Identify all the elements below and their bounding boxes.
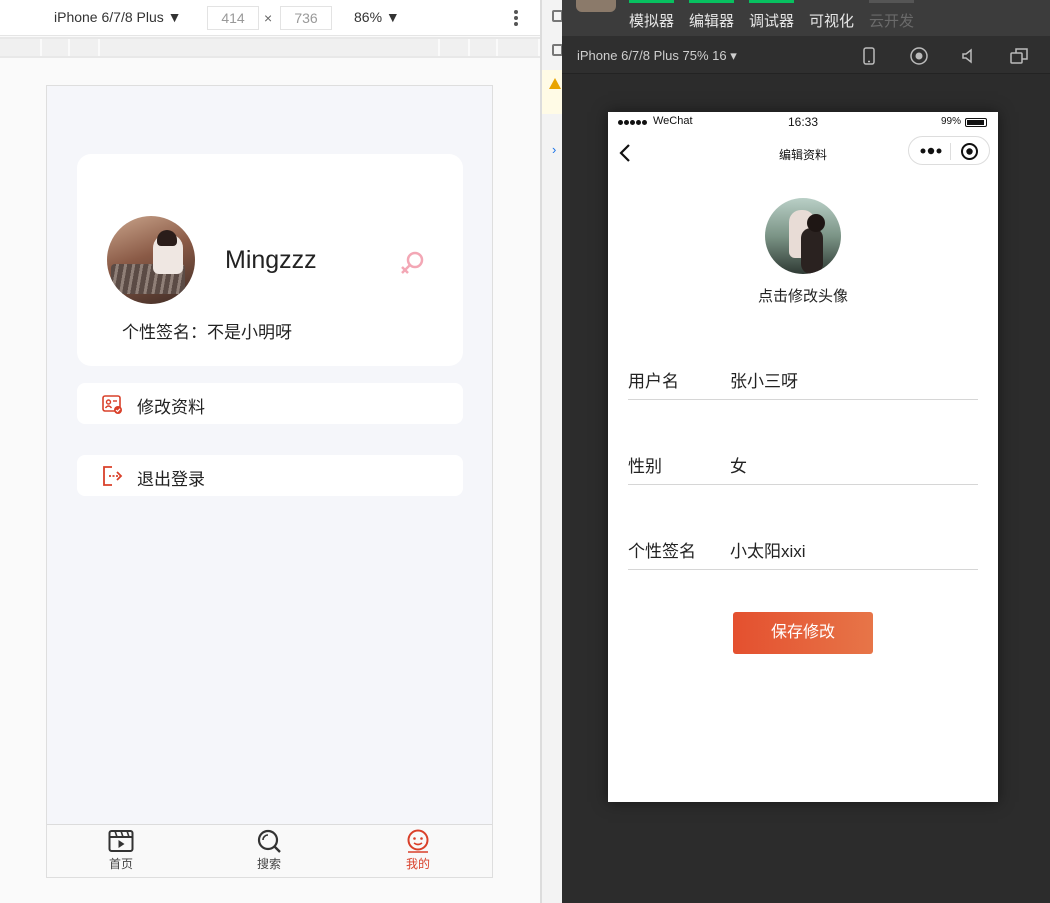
gender-field[interactable]: 性别 女 bbox=[628, 444, 978, 485]
gender-label: 性别 bbox=[628, 457, 662, 476]
change-avatar-link[interactable]: 点击修改头像 bbox=[608, 285, 998, 306]
logout-menu-item[interactable]: 退出登录 bbox=[77, 455, 463, 496]
tab-mine[interactable]: 我的 bbox=[388, 829, 448, 872]
media-query-ruler bbox=[0, 37, 540, 58]
tab-home[interactable]: 首页 bbox=[91, 829, 151, 872]
expand-chevron-icon[interactable]: › bbox=[552, 142, 556, 157]
wechat-devtools: 模拟器 编辑器 调试器 可视化 云开发 iPhone 6/7/8 Plus 75… bbox=[562, 0, 1050, 903]
close-miniprogram-icon[interactable] bbox=[960, 142, 979, 161]
device-toolbar: iPhone 6/7/8 Plus ▼ 414 × 736 86% ▼ bbox=[0, 0, 540, 36]
more-options-icon[interactable] bbox=[512, 9, 520, 27]
menu-capsule bbox=[908, 136, 990, 165]
battery-icon bbox=[965, 118, 987, 127]
signature-field[interactable]: 个性签名 小太阳xixi bbox=[628, 529, 978, 570]
devtools-side-strip: › bbox=[542, 0, 563, 903]
volume-icon[interactable] bbox=[959, 46, 979, 66]
simulator-screen: WeChat 16:33 99% 编辑资料 点击修改头像 用户名 张小三呀 性别… bbox=[608, 112, 998, 802]
tab-cloud-dev[interactable]: 云开发 bbox=[869, 0, 915, 31]
phone-icon[interactable] bbox=[859, 46, 879, 66]
gender-input[interactable]: 女 bbox=[730, 452, 747, 477]
tab-debugger[interactable]: 调试器 bbox=[749, 0, 795, 31]
signal-icon bbox=[618, 116, 648, 128]
dimension-separator: × bbox=[264, 10, 273, 26]
status-time: 16:33 bbox=[788, 115, 819, 129]
tab-bar: 首页 搜索 我的 bbox=[47, 824, 492, 877]
warning-row bbox=[542, 70, 562, 114]
device-selector[interactable]: iPhone 6/7/8 Plus ▼ bbox=[54, 9, 182, 25]
detach-window-icon[interactable] bbox=[1009, 46, 1029, 66]
signature-text: 个性签名：不是小明呀 bbox=[122, 323, 292, 342]
save-button[interactable]: 保存修改 bbox=[733, 612, 873, 654]
tab-search-label: 搜索 bbox=[256, 857, 281, 871]
tab-editor[interactable]: 编辑器 bbox=[689, 0, 735, 31]
username: Mingzzz bbox=[225, 246, 317, 274]
battery-percent: 99% bbox=[941, 116, 962, 127]
profile-avatar[interactable] bbox=[765, 198, 841, 274]
phone-viewport: Mingzzz 个性签名：不是小明呀 修改资料 退出登录 首页 搜索 我的 bbox=[46, 85, 493, 878]
device-height-input[interactable]: 736 bbox=[280, 6, 332, 30]
more-dots-icon[interactable] bbox=[919, 145, 943, 157]
signature-input[interactable]: 小太阳xixi bbox=[730, 537, 806, 562]
avatar[interactable] bbox=[107, 216, 195, 304]
username-input[interactable]: 张小三呀 bbox=[730, 367, 798, 392]
search-icon bbox=[257, 829, 281, 853]
zoom-selector[interactable]: 86% ▼ bbox=[354, 9, 400, 25]
smiley-user-icon bbox=[407, 829, 429, 853]
female-gender-icon bbox=[401, 251, 424, 274]
edit-profile-label: 修改资料 bbox=[137, 398, 205, 417]
tab-home-label: 首页 bbox=[108, 857, 133, 871]
status-bar: WeChat 16:33 99% bbox=[608, 112, 998, 132]
edit-profile-icon bbox=[102, 395, 122, 414]
tab-simulator[interactable]: 模拟器 bbox=[629, 0, 675, 31]
logout-icon bbox=[103, 466, 123, 486]
edit-profile-menu-item[interactable]: 修改资料 bbox=[77, 383, 463, 424]
home-video-icon bbox=[108, 830, 134, 852]
warning-icon bbox=[549, 78, 561, 89]
username-field[interactable]: 用户名 张小三呀 bbox=[628, 359, 978, 400]
wechat-devtools-toolbar: 模拟器 编辑器 调试器 可视化 云开发 bbox=[562, 0, 1050, 36]
carrier-name: WeChat bbox=[653, 115, 693, 127]
navigation-bar: 编辑资料 bbox=[608, 132, 998, 174]
device-width-input[interactable]: 414 bbox=[207, 6, 259, 30]
profile-card: Mingzzz 个性签名：不是小明呀 bbox=[77, 154, 463, 366]
tab-search[interactable]: 搜索 bbox=[239, 829, 299, 872]
browser-device-preview: iPhone 6/7/8 Plus ▼ 414 × 736 86% ▼ Ming… bbox=[0, 0, 540, 903]
record-icon[interactable] bbox=[909, 46, 929, 66]
signature-label: 个性签名 bbox=[628, 542, 696, 561]
tab-mine-label: 我的 bbox=[405, 857, 430, 871]
username-label: 用户名 bbox=[628, 372, 679, 391]
logout-label: 退出登录 bbox=[137, 470, 205, 489]
user-avatar[interactable] bbox=[576, 0, 616, 12]
simulator-device-selector[interactable]: iPhone 6/7/8 Plus 75% 16 ▾ bbox=[577, 48, 737, 64]
simulator-toolbar: iPhone 6/7/8 Plus 75% 16 ▾ bbox=[562, 36, 1050, 74]
tab-visualization[interactable]: 可视化 bbox=[809, 10, 854, 31]
